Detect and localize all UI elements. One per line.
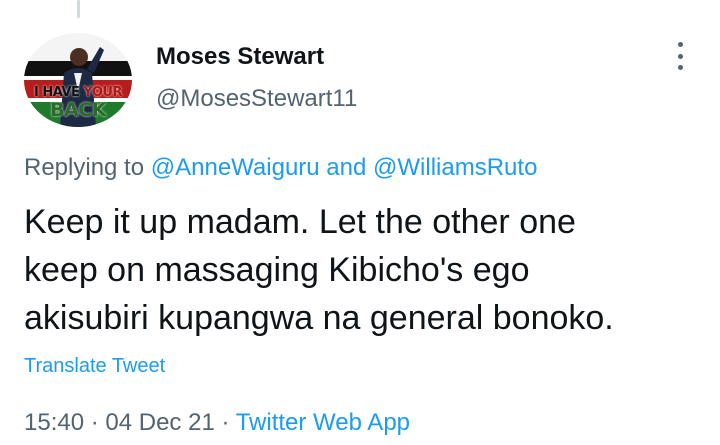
thread-connector-line xyxy=(77,0,80,18)
tweet-text-line: keep on massaging Kibicho's ego xyxy=(24,251,530,289)
translate-tweet-link[interactable]: Translate Tweet xyxy=(24,355,165,378)
meta-separator: · xyxy=(84,409,106,436)
replying-joiner: and xyxy=(319,154,374,181)
tweet-time[interactable]: 15:40 xyxy=(24,409,84,436)
avatar[interactable]: I HAVE YOUR BACK xyxy=(24,33,132,127)
more-icon-dot xyxy=(677,53,683,59)
mention-link[interactable]: @AnneWaiguru xyxy=(151,154,320,181)
tweet-text: Keep it up madam. Let the other one keep… xyxy=(24,198,704,342)
more-vertical-icon xyxy=(677,42,683,47)
avatar-caption-top: I HAVE YOUR xyxy=(34,85,122,100)
tweet-text-line: akisubiri kupangwa na general bonoko. xyxy=(24,299,614,337)
more-icon-dot xyxy=(677,65,683,70)
mention-link[interactable]: @WilliamsRuto xyxy=(373,154,537,181)
avatar-caption-bottom: BACK xyxy=(50,99,106,121)
tweet-metadata: 15:40 · 04 Dec 21 · Twitter Web App xyxy=(24,409,410,437)
replying-to-line: Replying to @AnneWaiguru and @WilliamsRu… xyxy=(24,154,537,182)
more-options-button[interactable] xyxy=(668,42,692,70)
replying-prefix: Replying to xyxy=(24,154,151,181)
meta-separator: · xyxy=(214,409,236,436)
tweet-date[interactable]: 04 Dec 21 xyxy=(105,409,214,436)
tweet-source-link[interactable]: Twitter Web App xyxy=(236,409,410,436)
tweet-text-line: Keep it up madam. Let the other one xyxy=(24,203,576,241)
author-display-name[interactable]: Moses Stewart xyxy=(156,43,324,71)
author-handle[interactable]: @MosesStewart11 xyxy=(156,85,357,113)
